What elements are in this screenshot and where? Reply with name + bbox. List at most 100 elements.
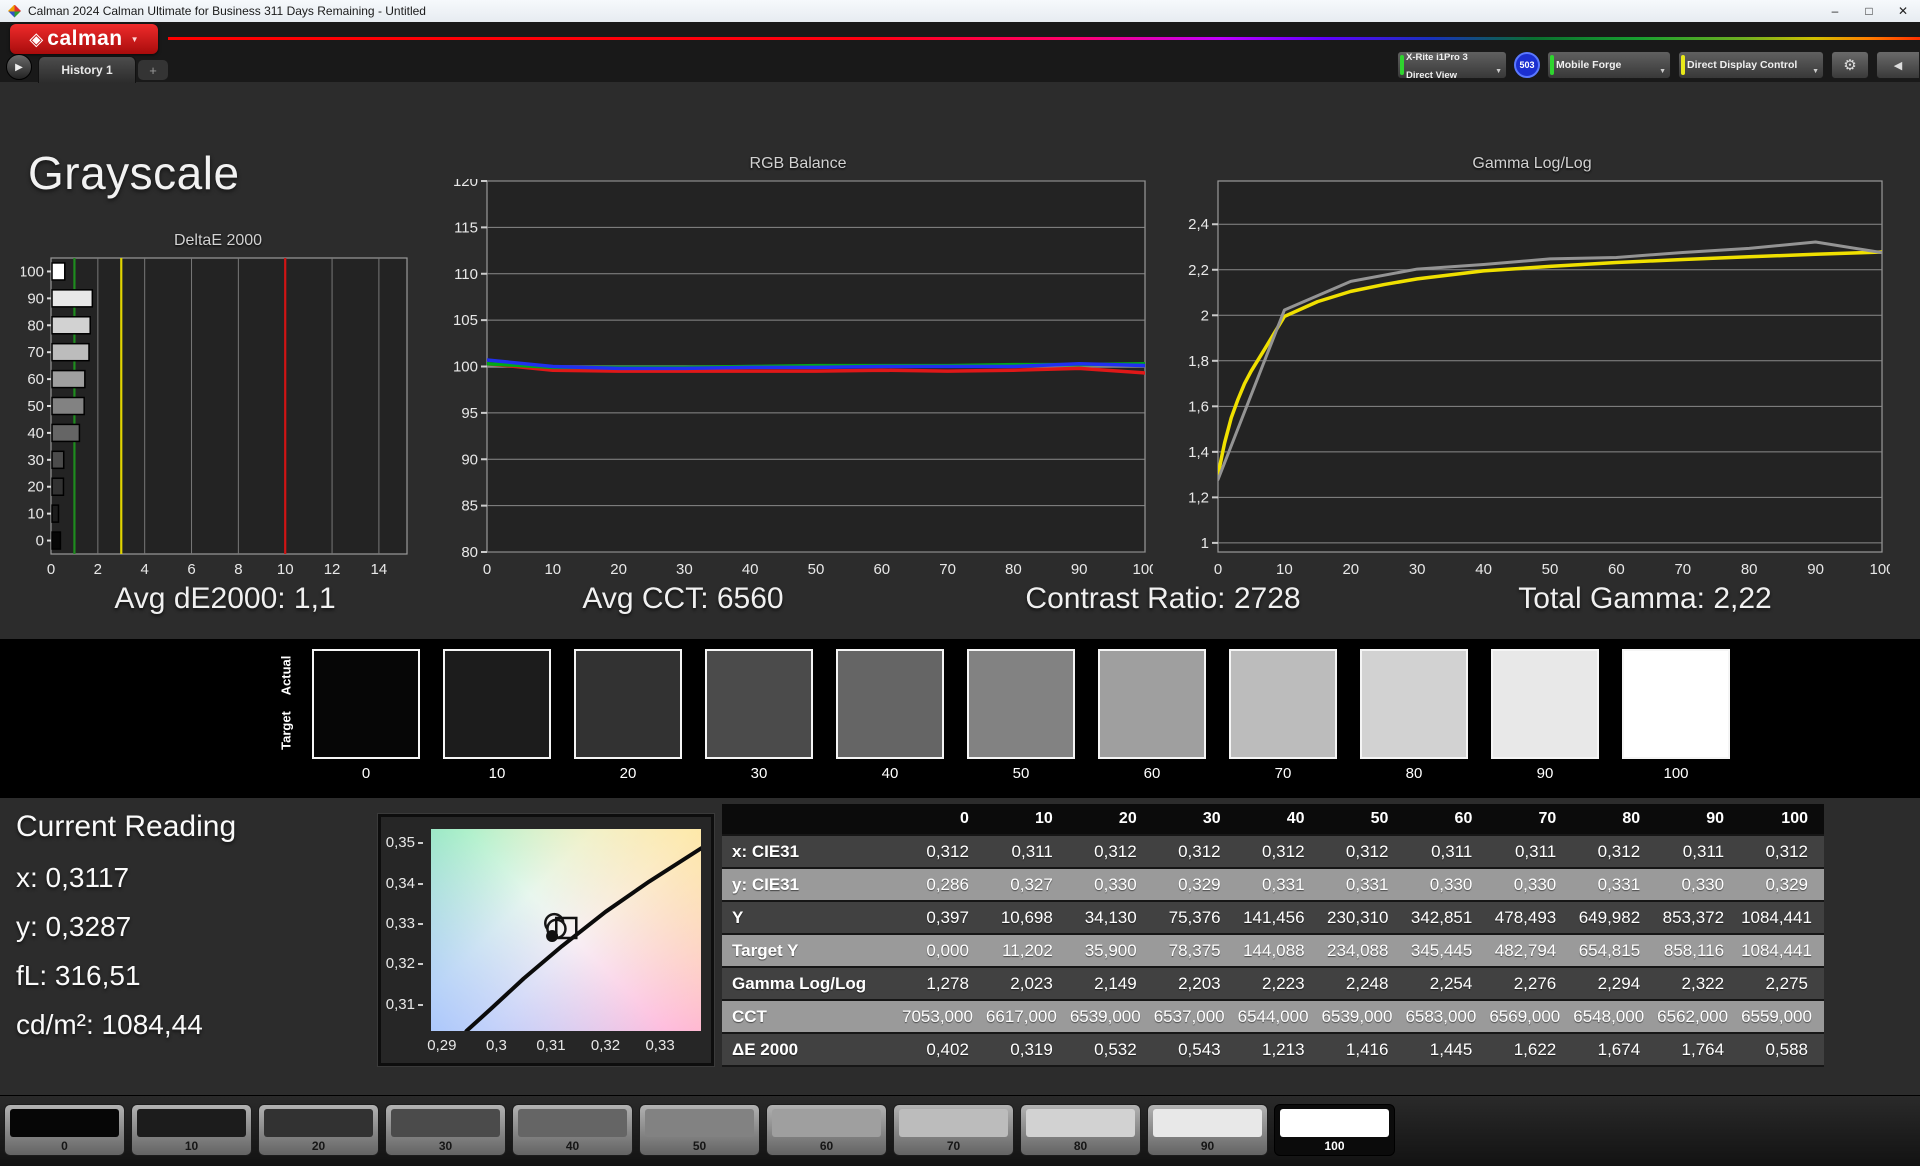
tab-history-1[interactable]: History 1	[38, 56, 136, 83]
table-row-label: ΔE 2000	[722, 1033, 901, 1066]
patch-button-0[interactable]: 0	[4, 1104, 125, 1156]
table-header-cell: 30	[1153, 804, 1237, 835]
table-cell: 6537,000	[1153, 1000, 1237, 1033]
minimize-button[interactable]: –	[1818, 0, 1852, 22]
table-cell: 853,372	[1656, 901, 1740, 934]
table-cell: 0,330	[1069, 868, 1153, 901]
patch-button-10[interactable]: 10	[131, 1104, 252, 1156]
table-cell: 6562,000	[1656, 1000, 1740, 1033]
patch-button-40[interactable]: 40	[512, 1104, 633, 1156]
svg-text:120: 120	[453, 179, 478, 190]
table-cell: 6559,000	[1740, 1000, 1824, 1033]
display-control-name: Direct Display Control	[1687, 60, 1797, 70]
reading-cdm2: cd/m²: 1084,44	[16, 1009, 236, 1041]
patch-button-80[interactable]: 80	[1020, 1104, 1141, 1156]
svg-text:60: 60	[27, 371, 44, 388]
cie-y-tick: 0,33	[385, 915, 423, 932]
svg-text:40: 40	[27, 425, 44, 442]
settings-button[interactable]: ⚙	[1831, 51, 1869, 79]
svg-text:70: 70	[1674, 561, 1691, 578]
deltae-chart: DeltaE 2000 1009080706050403020100024681…	[21, 232, 415, 580]
bottom-patch-bar: ▲ ■ ▶ [·] ∞ ↻ « Back Next » 010203040506…	[0, 1095, 1920, 1166]
maximize-button[interactable]: □	[1852, 0, 1886, 22]
display-control-dropdown[interactable]: Direct Display Control ▼	[1678, 51, 1824, 79]
table-cell: 0,311	[1404, 835, 1488, 868]
table-row-label: Target Y	[722, 934, 901, 967]
table-cell: 0,312	[1740, 835, 1824, 868]
table-cell: 2,023	[985, 967, 1069, 1000]
reading-fl: fL: 316,51	[16, 960, 236, 992]
svg-text:12: 12	[324, 561, 341, 578]
svg-text:0: 0	[47, 561, 55, 578]
page-title: Grayscale	[28, 146, 240, 200]
table-header-cell: 80	[1572, 804, 1656, 835]
svg-text:1,6: 1,6	[1188, 398, 1209, 415]
patch-button-60[interactable]: 60	[766, 1104, 887, 1156]
workflow-nav-button[interactable]: ▶	[6, 54, 32, 80]
table-header-cell: 10	[985, 804, 1069, 835]
table-cell: 0,312	[1321, 835, 1405, 868]
table-cell: 34,130	[1069, 901, 1153, 934]
contrast-ratio-readout: Contrast Ratio: 2728	[943, 582, 1383, 616]
target-row-label: Target	[279, 696, 294, 766]
title-bar: Calman 2024 Calman Ultimate for Business…	[0, 0, 1920, 22]
source-dropdown[interactable]: Mobile Forge ▼	[1547, 51, 1671, 79]
table-cell: 0,311	[1656, 835, 1740, 868]
table-cell: 6539,000	[1069, 1000, 1153, 1033]
collapse-panel-button[interactable]: ◀	[1876, 51, 1920, 79]
patch-button-20[interactable]: 20	[258, 1104, 379, 1156]
cie-x-tick: 0,32	[584, 1037, 628, 1054]
svg-text:100: 100	[453, 359, 478, 376]
calman-logo-button[interactable]: ◈ calman ▼	[10, 24, 158, 54]
patch-label: 30	[391, 1139, 500, 1153]
add-tab-button[interactable]: +	[138, 60, 168, 80]
svg-text:10: 10	[27, 506, 44, 523]
cie-x-tick: 0,31	[529, 1037, 573, 1054]
close-button[interactable]: ✕	[1886, 0, 1920, 22]
grayscale-swatch-90	[1491, 649, 1599, 759]
svg-text:20: 20	[27, 479, 44, 496]
swatch-level-label: 30	[705, 765, 813, 782]
calman-diamond-icon: ◈	[29, 29, 43, 50]
svg-text:30: 30	[27, 452, 44, 469]
patch-swatch	[1153, 1109, 1262, 1137]
svg-text:4: 4	[141, 561, 149, 578]
table-cell: 0,331	[1321, 868, 1405, 901]
table-cell: 478,493	[1488, 901, 1572, 934]
table-cell: 1084,441	[1740, 901, 1824, 934]
cie-chart: 0,350,340,330,320,310,290,30,310,320,33	[378, 814, 714, 1066]
grayscale-swatch-80	[1360, 649, 1468, 759]
table-row-label: CCT	[722, 1000, 901, 1033]
table-cell: 2,294	[1572, 967, 1656, 1000]
table-cell: 1084,441	[1740, 934, 1824, 967]
table-cell: 6544,000	[1237, 1000, 1321, 1033]
table-cell: 0,312	[1153, 835, 1237, 868]
patch-button-50[interactable]: 50	[639, 1104, 760, 1156]
source-status-accent	[1550, 55, 1554, 75]
swatch-level-label: 10	[443, 765, 551, 782]
svg-text:30: 30	[676, 561, 693, 578]
svg-text:90: 90	[1071, 561, 1088, 578]
patch-swatch	[1280, 1109, 1389, 1137]
deltae-svg: 100908070605040302010002468101214	[21, 256, 415, 580]
cie-y-tick: 0,31	[385, 996, 423, 1013]
table-row-label: x: CIE31	[722, 835, 901, 868]
swatch-level-label: 60	[1098, 765, 1206, 782]
patch-label: 50	[645, 1139, 754, 1153]
table-cell: 0,397	[901, 901, 985, 934]
patch-button-30[interactable]: 30	[385, 1104, 506, 1156]
table-cell: 234,088	[1321, 934, 1405, 967]
svg-text:80: 80	[27, 317, 44, 334]
table-cell: 1,622	[1488, 1033, 1572, 1066]
patch-swatch	[391, 1109, 500, 1137]
patch-button-100[interactable]: 100	[1274, 1104, 1395, 1156]
grayscale-swatch-100	[1622, 649, 1730, 759]
meter-name: X-Rite i1Pro 3	[1406, 52, 1468, 63]
patch-button-90[interactable]: 90	[1147, 1104, 1268, 1156]
meter-dropdown[interactable]: X-Rite i1Pro 3 Direct View ▼	[1397, 51, 1507, 79]
svg-text:2: 2	[94, 561, 102, 578]
patch-button-70[interactable]: 70	[893, 1104, 1014, 1156]
table-cell: 10,698	[985, 901, 1069, 934]
svg-text:10: 10	[1276, 561, 1293, 578]
grayscale-swatch-20	[574, 649, 682, 759]
